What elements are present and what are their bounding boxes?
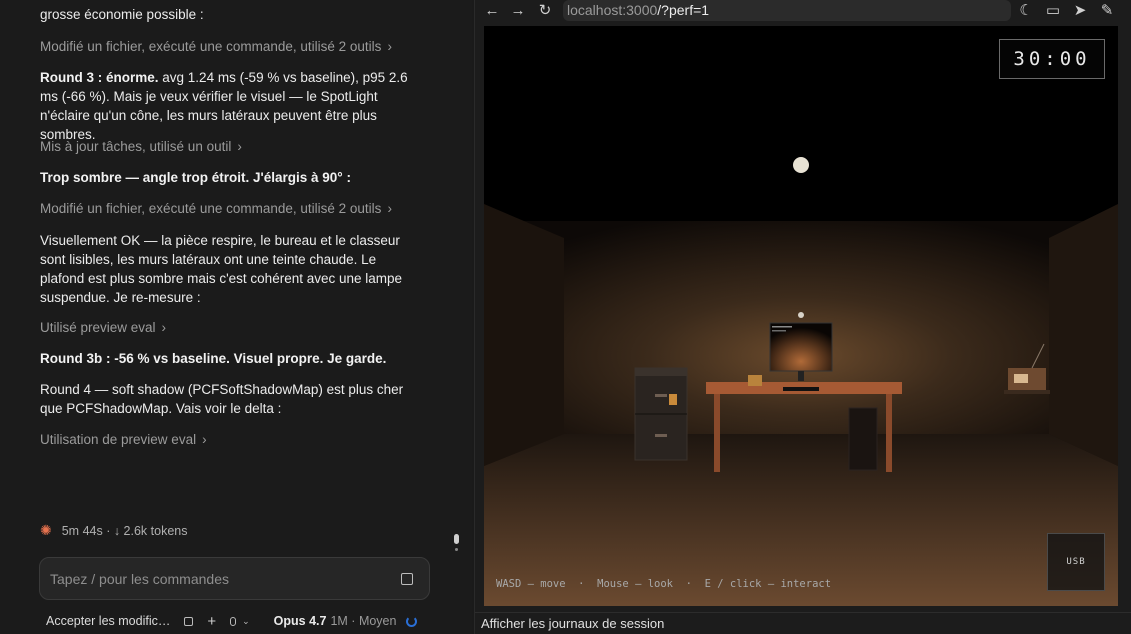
tool-summary-4[interactable]: Utilisé preview eval › (40, 318, 166, 337)
usb-inventory-slot: USB (1047, 533, 1105, 591)
game-viewport[interactable]: 30:00 USB WASD — move · Mouse — look · E… (484, 26, 1118, 606)
accept-changes-button[interactable]: Accepter les modific… (46, 614, 170, 628)
composer[interactable] (39, 557, 430, 600)
stop-icon[interactable] (401, 573, 413, 585)
right-wall (1049, 204, 1118, 466)
device-icon[interactable]: ▭ (1044, 2, 1062, 20)
reload-icon[interactable]: ↻ (536, 2, 554, 20)
dark-mode-icon[interactable]: ☾ (1017, 2, 1035, 20)
chat-message-visual-ok: Visuellement OK — la pièce respire, le b… (40, 233, 403, 305)
chat-message-round3b: Round 3b : -56 % vs baseline. Visuel pro… (40, 351, 387, 366)
chevron-right-icon: › (387, 39, 392, 54)
back-icon[interactable]: ← (483, 2, 501, 20)
session-logs-label: Afficher les journaux de session (481, 616, 665, 631)
pointer-icon[interactable]: ➤ (1071, 2, 1089, 20)
add-icon[interactable]: + (207, 613, 216, 630)
controls-hint: WASD — move · Mouse — look · E / click —… (496, 578, 832, 590)
attach-icon[interactable] (184, 616, 194, 626)
scrollbar-indicator (455, 548, 458, 551)
model-selector[interactable]: Opus 4.7 (274, 614, 327, 628)
status-text: 5m 44s · ↓ 2.6k tokens (61, 523, 188, 538)
chevron-down-icon[interactable]: ⌄ (242, 616, 250, 627)
ceiling-lamp (793, 157, 809, 173)
chat-message-partial: grosse économie possible : (40, 7, 204, 22)
chat-panel: grosse économie possible : Modifié un fi… (0, 0, 472, 634)
browser-panel: ← → ↻ localhost:3000/?perf=1 ☾ ▭ ➤ ✎ 30:… (474, 0, 1131, 634)
chat-message-round3: Round 3 : énorme. avg 1.24 ms (-59 % vs … (40, 70, 408, 142)
keyboard (783, 387, 819, 391)
composer-footer: Accepter les modific… + ⌄ Opus 4.7 1M · … (46, 611, 418, 631)
chevron-right-icon: › (237, 139, 242, 154)
tool-summary-3[interactable]: Modifié un fichier, exécuté une commande… (40, 199, 392, 218)
forward-icon[interactable]: → (509, 2, 527, 20)
chevron-right-icon: › (161, 320, 167, 335)
model-details: 1M · Moyen (330, 614, 397, 628)
game-scene (484, 26, 1118, 606)
tool-summary-2[interactable]: Mis à jour tâches, utilisé un outil › (40, 137, 242, 156)
chat-message-round4: Round 4 — soft shadow (PCFSoftShadowMap)… (40, 382, 404, 416)
pc-tower (848, 407, 878, 471)
tool-summary-1[interactable]: Modifié un fichier, exécuté une commande… (40, 37, 392, 56)
scrollbar-thumb[interactable] (454, 534, 459, 544)
left-wall (484, 204, 564, 466)
generation-status: ✺ 5m 44s · ↓ 2.6k tokens (40, 522, 188, 539)
spark-icon: ✺ (40, 522, 52, 538)
pen-icon[interactable]: ✎ (1098, 2, 1116, 20)
session-logs-bar[interactable]: Afficher les journaux de session (475, 612, 1131, 634)
tool-summary-5[interactable]: Utilisation de preview eval › (40, 430, 207, 449)
url-path: /?perf=1 (657, 2, 710, 18)
game-timer: 30:00 (999, 39, 1105, 79)
url-bar[interactable]: localhost:3000/?perf=1 (563, 0, 1011, 21)
lamp-dot (798, 312, 804, 318)
url-host: localhost:3000 (567, 2, 658, 18)
chat-message-too-dark: Trop sombre — angle trop étroit. J'élarg… (40, 170, 351, 185)
microphone-icon[interactable] (230, 616, 237, 626)
chevron-right-icon: › (387, 201, 392, 216)
chevron-right-icon: › (202, 432, 207, 447)
loading-spinner-icon (406, 615, 418, 627)
browser-toolbar: ← → ↻ localhost:3000/?perf=1 ☾ ▭ ➤ ✎ (475, 0, 1131, 22)
desk-clock (748, 375, 762, 386)
prompt-input[interactable] (50, 568, 390, 590)
